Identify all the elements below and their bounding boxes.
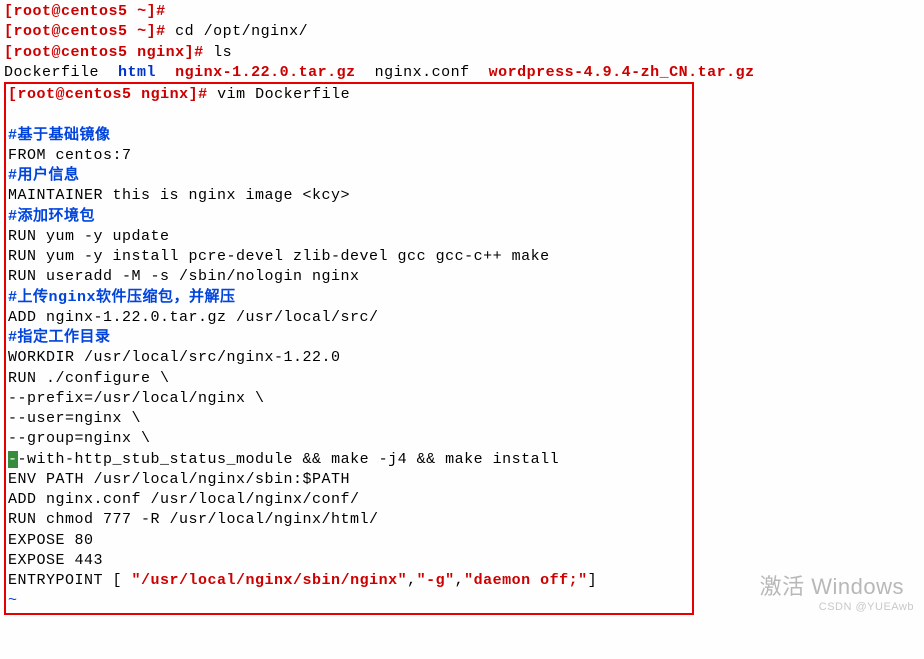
prompt-user-host: [root@centos5 — [4, 23, 128, 40]
prompt-user-host: [root@centos5 — [8, 86, 132, 103]
vim-code-line: ENTRYPOINT [ "/usr/local/nginx/sbin/ngin… — [8, 571, 690, 591]
command-text: ls — [213, 44, 232, 61]
vim-comment-line: #添加环境包 — [8, 207, 690, 227]
vim-cursor: - — [8, 451, 18, 468]
vim-code-line: ADD nginx.conf /usr/local/nginx/conf/ — [8, 490, 690, 510]
vim-code-line: EXPOSE 443 — [8, 551, 690, 571]
vim-code-line: RUN chmod 777 -R /usr/local/nginx/html/ — [8, 510, 690, 530]
vim-code-line: ENV PATH /usr/local/nginx/sbin:$PATH — [8, 470, 690, 490]
vim-code-line: --prefix=/usr/local/nginx \ — [8, 389, 690, 409]
vim-code-line: ADD nginx-1.22.0.tar.gz /usr/local/src/ — [8, 308, 690, 328]
file-archive: nginx-1.22.0.tar.gz — [175, 64, 356, 81]
vim-code-line: RUN yum -y update — [8, 227, 690, 247]
terminal-line: [root@centos5 ~]# cd /opt/nginx/ — [4, 22, 920, 42]
command-text: vim Dockerfile — [217, 86, 350, 103]
vim-code-line: WORKDIR /usr/local/src/nginx-1.22.0 — [8, 348, 690, 368]
file-archive: wordpress-4.9.4-zh_CN.tar.gz — [489, 64, 755, 81]
vim-code-line: --with-http_stub_status_module && make -… — [8, 450, 690, 470]
vim-editor[interactable] — [8, 105, 690, 125]
ls-output: Dockerfile html nginx-1.22.0.tar.gz ngin… — [4, 63, 920, 83]
vim-code-line: --group=nginx \ — [8, 429, 690, 449]
watermark-windows: 激活 Windows — [760, 572, 904, 602]
vim-code-line: --user=nginx \ — [8, 409, 690, 429]
highlight-box: [root@centos5 nginx]# vim Dockerfile #基于… — [4, 82, 694, 615]
terminal-line: [root@centos5 ~]# — [4, 2, 920, 22]
vim-code-line: RUN yum -y install pcre-devel zlib-devel… — [8, 247, 690, 267]
vim-code-line: RUN ./configure \ — [8, 369, 690, 389]
terminal-line: [root@centos5 nginx]# ls — [4, 43, 920, 63]
prompt-user-host: [root@centos5 — [4, 44, 128, 61]
terminal-line: [root@centos5 nginx]# vim Dockerfile — [8, 85, 690, 105]
vim-code-line: EXPOSE 80 — [8, 531, 690, 551]
vim-code-line: FROM centos:7 — [8, 146, 690, 166]
vim-code-line: RUN useradd -M -s /sbin/nologin nginx — [8, 267, 690, 287]
file-plain: Dockerfile — [4, 64, 99, 81]
watermark-csdn: CSDN @YUEAwb — [819, 600, 914, 615]
vim-comment-line: #用户信息 — [8, 166, 690, 186]
vim-comment-line: #基于基础镜像 — [8, 126, 690, 146]
vim-empty-line: ~ — [8, 591, 690, 611]
prompt-user-host: [root@centos5 — [4, 3, 128, 20]
file-plain: nginx.conf — [375, 64, 470, 81]
vim-comment-line: #上传nginx软件压缩包，并解压 — [8, 288, 690, 308]
file-dir: html — [118, 64, 156, 81]
vim-comment-line: #指定工作目录 — [8, 328, 690, 348]
command-text: cd /opt/nginx/ — [175, 23, 308, 40]
vim-code-line: MAINTAINER this is nginx image <kcy> — [8, 186, 690, 206]
